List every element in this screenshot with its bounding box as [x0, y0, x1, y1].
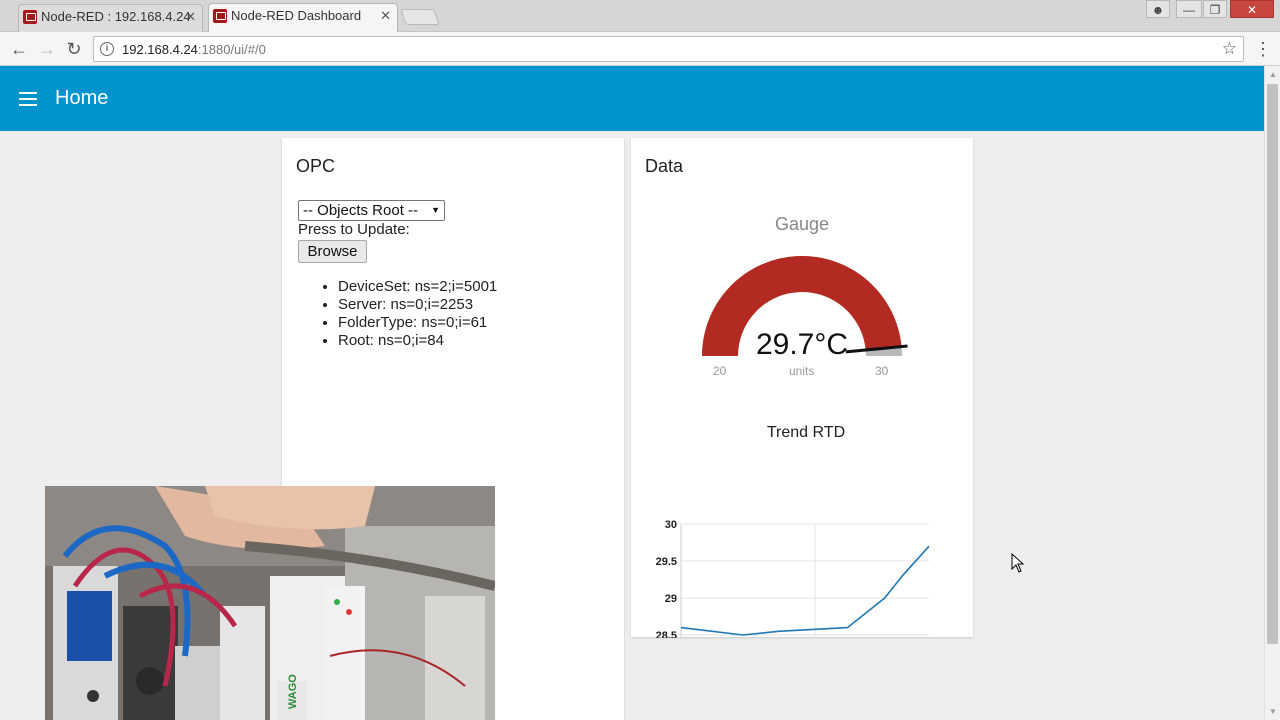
- bookmark-star-icon[interactable]: ☆: [1222, 39, 1237, 59]
- gauge-min-label: 20: [713, 364, 727, 378]
- scroll-down-icon[interactable]: ▼: [1269, 707, 1277, 716]
- opc-group-title: OPC: [296, 156, 336, 176]
- gauge-title: Gauge: [774, 214, 830, 234]
- opc-node-list: DeviceSet: ns=2;i=5001 Server: ns=0;i=22…: [338, 278, 497, 350]
- y-tick-label: 29: [665, 593, 677, 605]
- browser-menu-icon[interactable]: ⋮: [1254, 38, 1272, 60]
- browse-button[interactable]: Browse: [298, 240, 367, 263]
- browser-toolbar: ← → ↻ i 192.168.4.24:1880/ui/#/0 ☆ ⋮: [0, 32, 1280, 66]
- reload-icon[interactable]: ↻: [63, 38, 85, 60]
- scroll-up-icon[interactable]: ▲: [1269, 70, 1277, 79]
- back-arrow-icon[interactable]: ←: [8, 38, 30, 60]
- restore-icon[interactable]: ❐: [1203, 0, 1227, 18]
- forward-arrow-icon[interactable]: →: [36, 38, 58, 60]
- svg-text:WAGO: WAGO: [287, 674, 299, 709]
- close-window-icon[interactable]: ✕: [1230, 0, 1274, 18]
- camera-video-overlay: WAGO: [45, 486, 495, 720]
- info-icon[interactable]: i: [100, 42, 114, 56]
- list-item[interactable]: Root: ns=0;i=84: [338, 332, 497, 350]
- tab-label: Node-RED Dashboard: [231, 8, 362, 23]
- new-tab-button[interactable]: [400, 9, 440, 25]
- url-path: :1880/ui/#/0: [197, 42, 266, 57]
- tab-node-red-editor[interactable]: Node-RED : 192.168.4.24 ✕: [18, 4, 203, 32]
- data-group-title: Data: [645, 156, 684, 176]
- press-to-update-label: Press to Update:: [298, 221, 410, 238]
- y-tick-label: 29.5: [656, 556, 677, 568]
- browser-titlebar: Node-RED : 192.168.4.24 ✕ Node-RED Dashb…: [0, 0, 1280, 33]
- gauge-value: 29.7°C: [755, 328, 849, 361]
- y-tick-label: 30: [665, 519, 677, 531]
- url-host: 192.168.4.24: [122, 42, 198, 57]
- dashboard-header: Home: [0, 66, 1264, 131]
- page-title: Home: [55, 87, 109, 109]
- mouse-cursor-icon: [1011, 553, 1025, 573]
- gauge-max-label: 30: [875, 364, 889, 378]
- vertical-scrollbar[interactable]: ▲ ▼: [1264, 66, 1280, 720]
- address-bar[interactable]: i 192.168.4.24:1880/ui/#/0 ☆: [93, 36, 1244, 62]
- list-item[interactable]: DeviceSet: ns=2;i=5001: [338, 278, 497, 296]
- objects-root-dropdown[interactable]: -- Objects Root -- ▼: [298, 200, 445, 221]
- dashboard: Home OPC -- Objects Root -- ▼ Press to U…: [0, 66, 1264, 720]
- trend-series-line: [680, 545, 930, 636]
- chevron-down-icon: ▼: [431, 205, 440, 215]
- minimize-icon[interactable]: —: [1176, 0, 1202, 18]
- list-item[interactable]: FolderType: ns=0;i=61: [338, 314, 497, 332]
- scrollbar-thumb[interactable]: [1267, 84, 1278, 644]
- tab-node-red-dashboard[interactable]: Node-RED Dashboard ✕: [208, 3, 398, 33]
- url-text: 192.168.4.24:1880/ui/#/0: [122, 42, 266, 57]
- user-profile-icon[interactable]: ☻: [1146, 0, 1170, 18]
- tab-label: Node-RED : 192.168.4.24: [41, 9, 191, 24]
- trend-rtd-chart: 3029.52928.52814:50:3214:50:4014:50:46: [656, 519, 930, 638]
- dropdown-value: -- Objects Root --: [303, 202, 419, 219]
- menu-icon[interactable]: [19, 92, 39, 106]
- data-group-card: Data Gauge 29.7°C 20 units 30 Trend RTD …: [631, 138, 973, 638]
- y-tick-label: 28.5: [656, 630, 677, 638]
- list-item[interactable]: Server: ns=0;i=2253: [338, 296, 497, 314]
- close-tab-icon[interactable]: ✕: [185, 5, 196, 29]
- node-red-favicon-icon: [23, 10, 37, 24]
- close-tab-icon[interactable]: ✕: [380, 4, 391, 28]
- gauge-units-label: units: [789, 364, 815, 378]
- node-red-favicon-icon: [213, 9, 227, 23]
